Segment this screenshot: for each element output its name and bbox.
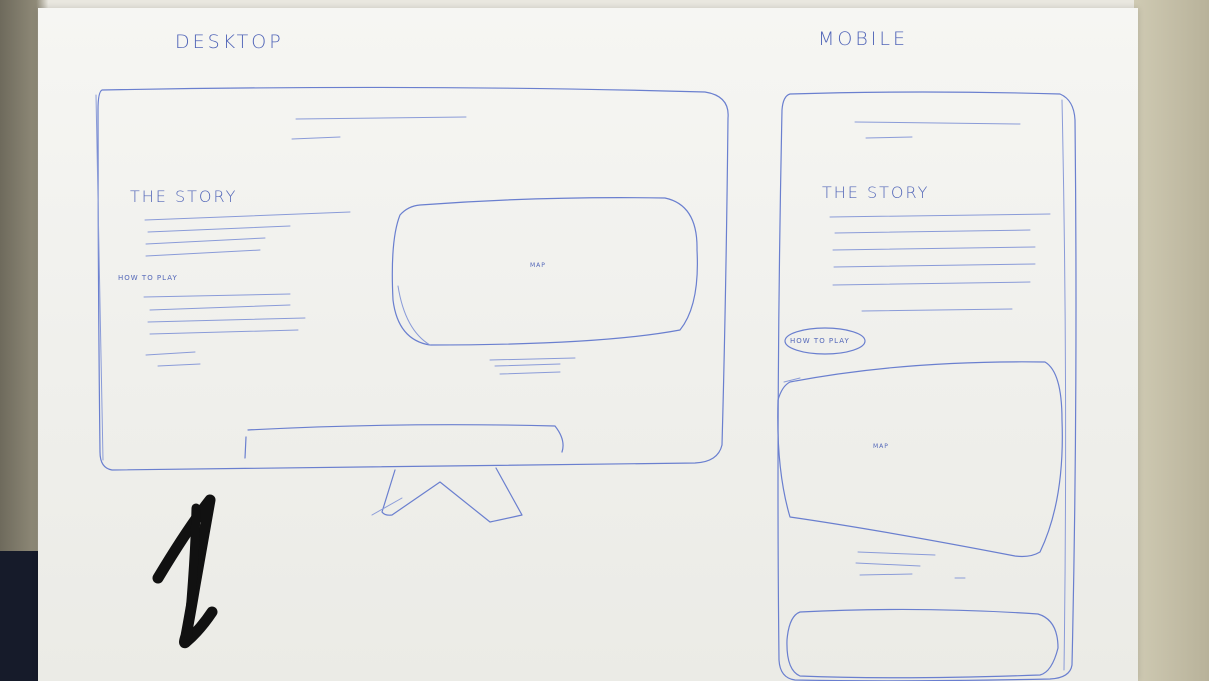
mobile-story-heading: THE STORY	[822, 183, 930, 202]
desktop-heading: DESKTOP	[175, 31, 284, 53]
mobile-footer-bar	[786, 608, 1059, 679]
desktop-monitor-frame	[97, 86, 729, 471]
desktop-how-to-play-label: HOW TO PLAY	[118, 274, 178, 282]
mobile-how-to-play-label: HOW TO PLAY	[790, 337, 850, 345]
desktop-story-heading: THE STORY	[130, 187, 238, 206]
mobile-map-box	[777, 361, 1063, 558]
desktop-map-label: MAP	[530, 262, 546, 269]
mobile-phone-frame	[777, 91, 1077, 681]
mobile-map-label: MAP	[873, 443, 889, 450]
desktop-stand	[381, 467, 523, 523]
mobile-heading: MOBILE	[818, 28, 908, 50]
desktop-footer-bar	[247, 424, 564, 453]
wireframe-sketch	[95, 86, 1077, 681]
desktop-map-box	[391, 197, 698, 346]
photo-scene: DESKTOP MOBILE THE STORY THE STORY HOW T…	[0, 0, 1209, 681]
